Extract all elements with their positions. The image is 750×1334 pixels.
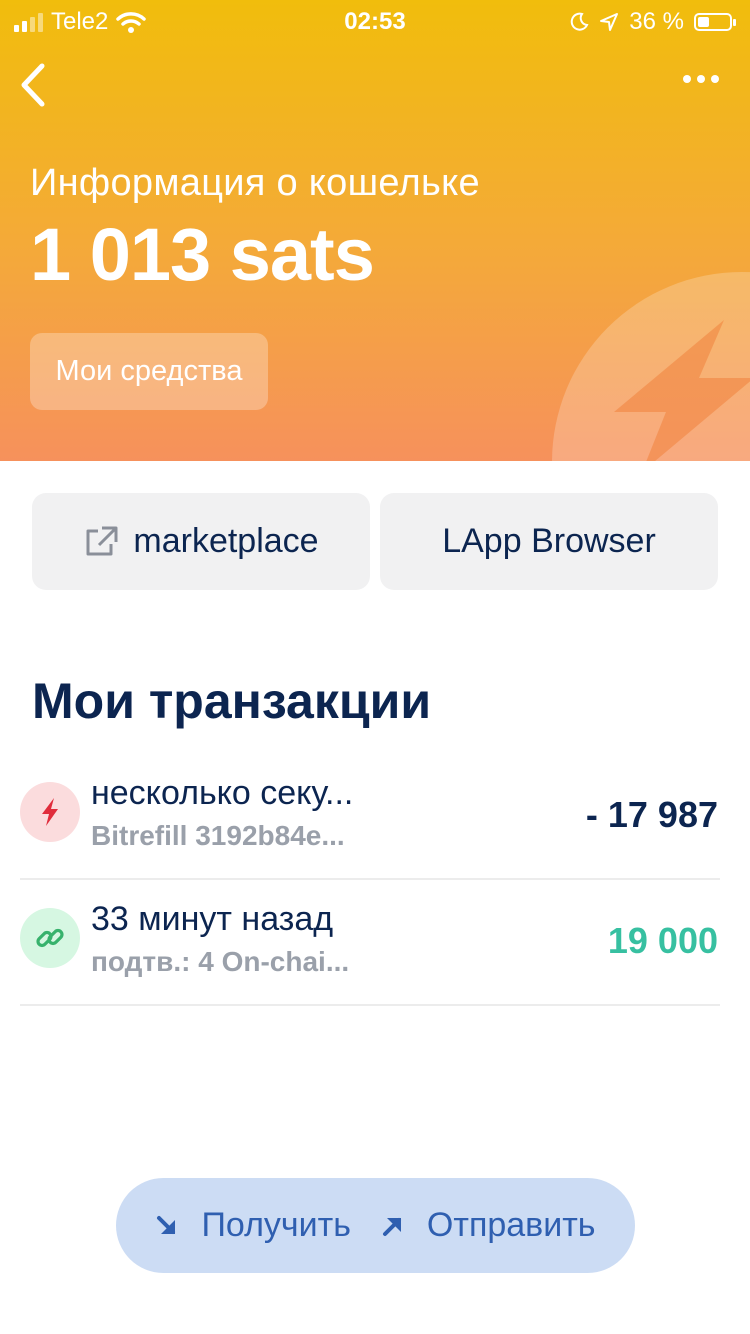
my-funds-button[interactable]: Мои средства xyxy=(30,333,268,410)
transaction-amount: 19 000 xyxy=(607,920,718,961)
battery-percent: 36 % xyxy=(629,8,684,35)
transaction-amount: - 17 987 xyxy=(585,794,718,835)
chevron-left-icon xyxy=(21,63,45,107)
wallet-header: Tele2 02:53 36 % Информация о кошельке 1… xyxy=(0,0,750,461)
lapp-browser-button[interactable]: LApp Browser xyxy=(380,493,718,590)
more-dot xyxy=(683,75,691,83)
wallet-balance: 1 013 sats xyxy=(30,213,375,296)
transaction-title: несколько секу... xyxy=(91,774,354,812)
marketplace-label: marketplace xyxy=(133,522,319,560)
transactions-title: Мои транзакции xyxy=(32,673,432,729)
transaction-memo: Bitrefill 3192b84e... xyxy=(91,820,345,851)
arrow-up-right-icon xyxy=(382,1217,401,1236)
moon-icon xyxy=(571,12,589,31)
status-right: 36 % xyxy=(569,8,736,36)
arrow-down-right-icon xyxy=(157,1215,176,1234)
marketplace-button[interactable]: marketplace xyxy=(32,493,370,590)
battery-icon xyxy=(694,13,736,31)
chain-link-icon xyxy=(20,908,80,968)
bottom-action-bar: Получить Отправить xyxy=(116,1178,635,1273)
more-dot xyxy=(711,75,719,83)
receive-button[interactable]: Получить xyxy=(155,1206,351,1245)
wallet-subtitle: Информация о кошельке xyxy=(30,162,480,204)
more-options-button[interactable] xyxy=(676,64,726,94)
lightning-bolt-icon xyxy=(614,320,750,461)
location-arrow-icon xyxy=(600,13,619,31)
lightning-icon xyxy=(20,782,80,842)
back-button[interactable] xyxy=(16,60,56,110)
transaction-memo: подтв.: 4 On-chai... xyxy=(91,946,350,977)
status-bar: Tele2 02:53 36 % xyxy=(0,0,750,44)
receive-label: Получить xyxy=(201,1206,351,1244)
transaction-row[interactable]: 33 минут назад подтв.: 4 On-chai... 19 0… xyxy=(20,886,720,1006)
lapp-browser-label: LApp Browser xyxy=(442,522,656,560)
transaction-title: 33 минут назад xyxy=(91,900,334,938)
send-button[interactable]: Отправить xyxy=(381,1206,596,1245)
external-link-icon xyxy=(86,526,118,555)
transaction-row[interactable]: несколько секу... Bitrefill 3192b84e... … xyxy=(20,760,720,880)
more-dot xyxy=(697,75,705,83)
send-label: Отправить xyxy=(426,1206,596,1244)
